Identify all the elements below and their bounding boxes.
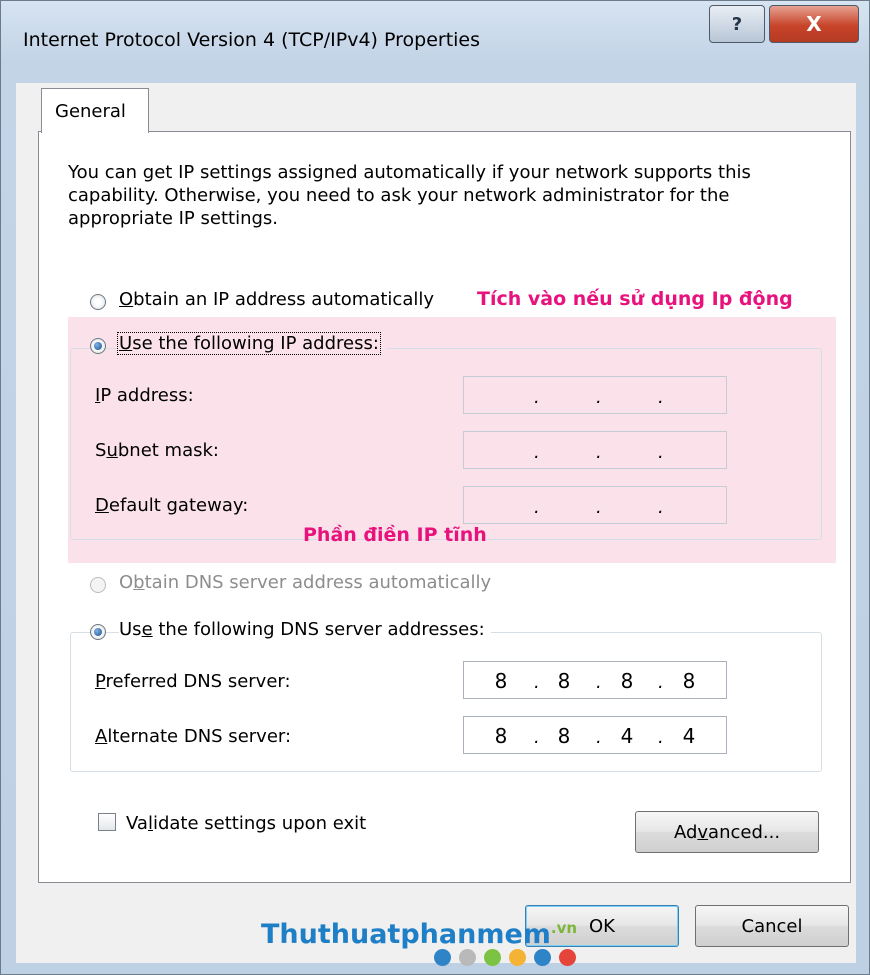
window-title: Internet Protocol Version 4 (TCP/IPv4) P… xyxy=(23,29,481,51)
alternate-dns-label: Alternate DNS server: xyxy=(95,726,292,747)
watermark-dot xyxy=(559,949,576,966)
use-following-ip-radio[interactable] xyxy=(90,338,106,354)
help-icon: ? xyxy=(731,13,743,35)
use-following-ip-label[interactable]: Use the following IP address: xyxy=(117,332,387,355)
watermark-logo: Thuthuatphanmem.vn xyxy=(261,919,578,950)
obtain-dns-auto-label[interactable]: Obtain DNS server address automatically xyxy=(119,572,491,593)
preferred-dns-input[interactable]: 8. 8. 8. 8 xyxy=(463,661,727,699)
watermark-dot xyxy=(509,949,526,966)
alternate-dns-input[interactable]: 8. 8. 4. 4 xyxy=(463,716,727,754)
validate-label[interactable]: Validate settings upon exit xyxy=(126,813,366,834)
obtain-ip-auto-radio[interactable] xyxy=(90,294,106,310)
watermark-dot xyxy=(484,949,501,966)
watermark-dot xyxy=(534,949,551,966)
obtain-ip-auto-label[interactable]: Obtain an IP address automatically xyxy=(119,289,434,310)
use-following-dns-radio[interactable] xyxy=(90,624,106,640)
tab-general[interactable]: General xyxy=(41,88,149,133)
default-gateway-input[interactable]: . . . xyxy=(463,486,727,524)
watermark-dot xyxy=(434,949,451,966)
intro-text: You can get IP settings assigned automat… xyxy=(68,162,751,229)
validate-checkbox[interactable] xyxy=(98,813,116,831)
help-button[interactable]: ? xyxy=(709,5,765,43)
watermark-dots xyxy=(434,949,576,966)
title-bar[interactable]: Internet Protocol Version 4 (TCP/IPv4) P… xyxy=(1,1,869,83)
obtain-dns-auto-radio[interactable] xyxy=(90,577,106,593)
cancel-button[interactable]: Cancel xyxy=(695,905,849,947)
subnet-mask-label: Subnet mask: xyxy=(95,440,219,461)
watermark-dot xyxy=(459,949,476,966)
preferred-dns-label: Preferred DNS server: xyxy=(95,671,291,692)
ip-address-input[interactable]: . . . xyxy=(463,376,727,414)
ip-address-label: IP address: xyxy=(95,385,194,406)
dynamic-ip-annotation: Tích vào nếu sử dụng Ip động xyxy=(477,288,793,310)
advanced-button[interactable]: Ad v anced... xyxy=(635,811,819,853)
use-following-dns-label[interactable]: Use the following DNS server addresses: xyxy=(119,619,491,640)
static-ip-annotation: Phần điền IP tĩnh xyxy=(303,524,487,546)
subnet-mask-input[interactable]: . . . xyxy=(463,431,727,469)
close-icon: X xyxy=(806,12,822,36)
default-gateway-label: Default gateway: xyxy=(95,495,249,516)
dialog-window: Internet Protocol Version 4 (TCP/IPv4) P… xyxy=(0,0,870,975)
close-button[interactable]: X xyxy=(769,5,859,43)
